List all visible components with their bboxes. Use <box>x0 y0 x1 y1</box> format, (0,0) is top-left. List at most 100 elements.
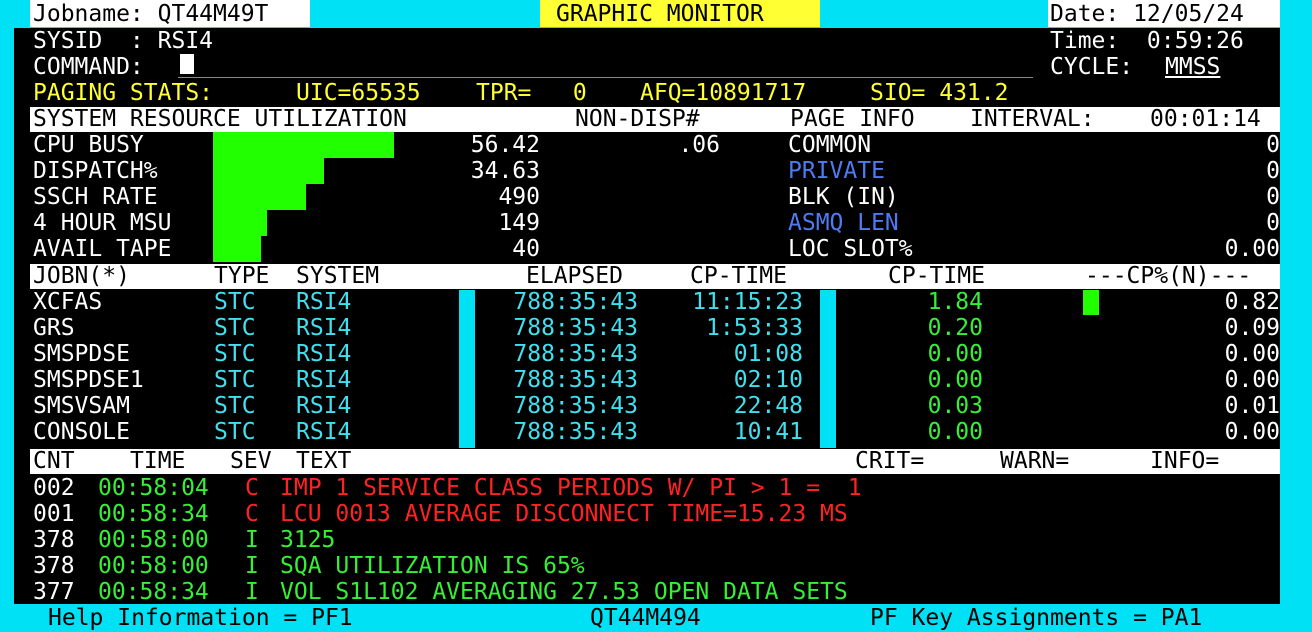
resource-nondisp <box>600 158 720 184</box>
cycle-label: CYCLE: <box>1050 54 1134 80</box>
job-name[interactable]: SMSPDSE <box>33 341 130 367</box>
resource-bar <box>213 132 394 158</box>
resource-value: 490 <box>498 184 540 210</box>
cycle-value[interactable]: MMSS <box>1165 54 1220 80</box>
msg-text: LCU 0013 AVERAGE DISCONNECT TIME=15.23 M… <box>280 501 848 527</box>
pageinfo-header: PAGE INFO <box>790 106 915 132</box>
resource-label: DISPATCH% <box>33 158 158 184</box>
resource-value: 149 <box>498 210 540 236</box>
msg-cnt: 378 <box>33 553 75 579</box>
job-type: STC <box>214 341 256 367</box>
msg-sev: I <box>245 579 259 605</box>
job-type: STC <box>214 419 256 445</box>
resource-bar <box>213 210 267 236</box>
msg-header-crit: CRIT= <box>855 448 925 474</box>
job-name[interactable]: SMSVSAM <box>33 393 130 419</box>
command-input[interactable] <box>178 52 1033 78</box>
job-cpt: 0.03 <box>927 393 983 419</box>
msg-header-cnt: CNT <box>33 448 75 474</box>
command-label: COMMAND: <box>33 54 144 80</box>
job-header-type: TYPE <box>214 263 270 289</box>
job-cptime: 02:10 <box>733 367 803 393</box>
job-separator-2 <box>820 290 836 448</box>
job-name[interactable]: XCFAS <box>33 289 102 315</box>
msg-time: 00:58:34 <box>98 501 209 527</box>
job-name[interactable]: CONSOLE <box>33 419 130 445</box>
resource-title: SYSTEM RESOURCE UTILIZATION <box>33 106 407 132</box>
job-system: RSI4 <box>296 315 352 341</box>
msg-time: 00:58:00 <box>98 553 209 579</box>
msg-text: SQA UTILIZATION IS 65% <box>280 553 585 579</box>
job-elapsed: 788:35:43 <box>513 289 638 315</box>
job-elapsed: 788:35:43 <box>513 341 638 367</box>
job-name[interactable]: SMSPDSE1 <box>33 367 144 393</box>
job-cpt: 0.00 <box>927 367 983 393</box>
job-cptime: 11:15:23 <box>692 289 803 315</box>
interval-value: 00:01:14 <box>1150 106 1261 132</box>
pageinfo-value: 0 <box>1266 210 1280 236</box>
footer-pfkeys: PF Key Assignments = PA1 <box>870 605 1203 631</box>
interval-label: INTERVAL: <box>970 106 1095 132</box>
resource-nondisp <box>600 210 720 236</box>
job-type: STC <box>214 289 256 315</box>
msg-header-band <box>30 449 1280 474</box>
job-type: STC <box>214 393 256 419</box>
job-cpt: 0.00 <box>927 341 983 367</box>
resource-bar <box>213 236 261 262</box>
job-system: RSI4 <box>296 367 352 393</box>
resource-label: AVAIL TAPE <box>33 236 172 262</box>
job-system: RSI4 <box>296 289 352 315</box>
msg-text: VOL S1L102 AVERAGING 27.53 OPEN DATA SET… <box>280 579 848 605</box>
job-header-cptime: CP-TIME <box>690 263 787 289</box>
resource-nondisp: .06 <box>678 132 720 158</box>
job-cptime: 1:53:33 <box>706 315 803 341</box>
job-cpn: 0.82 <box>1224 289 1280 315</box>
msg-time: 00:58:34 <box>98 579 209 605</box>
pageinfo-label: COMMON <box>788 132 872 158</box>
pageinfo-label: BLK (IN) <box>788 184 899 210</box>
pageinfo-value: 0.00 <box>1224 236 1280 262</box>
job-header-cpn: ---CP%(N)--- <box>1085 263 1252 289</box>
job-cp-bar <box>1083 290 1099 315</box>
msg-sev: C <box>245 501 259 527</box>
resource-nondisp <box>600 236 720 262</box>
paging-uic: UIC=65535 <box>296 80 421 106</box>
job-cpn: 0.00 <box>1224 419 1280 445</box>
resource-label: SSCH RATE <box>33 184 158 210</box>
job-header-elapsed: ELAPSED <box>526 263 623 289</box>
jobname: Jobname: QT44M49T <box>33 1 269 27</box>
cursor <box>180 54 194 74</box>
job-elapsed: 788:35:43 <box>513 367 638 393</box>
msg-header-warn: WARN= <box>1000 448 1070 474</box>
job-cptime: 01:08 <box>733 341 803 367</box>
job-system: RSI4 <box>296 393 352 419</box>
msg-cnt: 002 <box>33 475 75 501</box>
job-cpt: 0.20 <box>927 315 983 341</box>
job-type: STC <box>214 315 256 341</box>
resource-label: CPU BUSY <box>33 132 144 158</box>
job-cpn: 0.01 <box>1224 393 1280 419</box>
msg-text: IMP 1 SERVICE CLASS PERIODS W/ PI > 1 = … <box>280 475 862 501</box>
job-cpn: 0.09 <box>1224 315 1280 341</box>
job-elapsed: 788:35:43 <box>513 419 638 445</box>
footer-job: QT44M494 <box>590 605 701 631</box>
paging-afq: AFQ=10891717 <box>640 80 807 106</box>
job-cpn: 0.00 <box>1224 367 1280 393</box>
screen-title: GRAPHIC MONITOR <box>556 1 764 27</box>
msg-text: 3125 <box>280 527 336 553</box>
time: Time: 0:59:26 <box>1050 28 1244 54</box>
paging-tpr: TPR= 0 <box>476 80 587 106</box>
nondisp-header: NON-DISP# <box>575 106 700 132</box>
job-cptime: 22:48 <box>733 393 803 419</box>
resource-label: 4 HOUR MSU <box>33 210 172 236</box>
msg-header-sev: SEV <box>230 448 272 474</box>
job-name[interactable]: GRS <box>33 315 75 341</box>
msg-time: 00:58:00 <box>98 527 209 553</box>
footer-help: Help Information = PF1 <box>48 605 353 631</box>
resource-bar <box>213 184 306 210</box>
msg-sev: I <box>245 553 259 579</box>
job-elapsed: 788:35:43 <box>513 393 638 419</box>
pageinfo-label: ASMQ LEN <box>788 210 899 236</box>
msg-time: 00:58:04 <box>98 475 209 501</box>
resource-nondisp <box>600 184 720 210</box>
